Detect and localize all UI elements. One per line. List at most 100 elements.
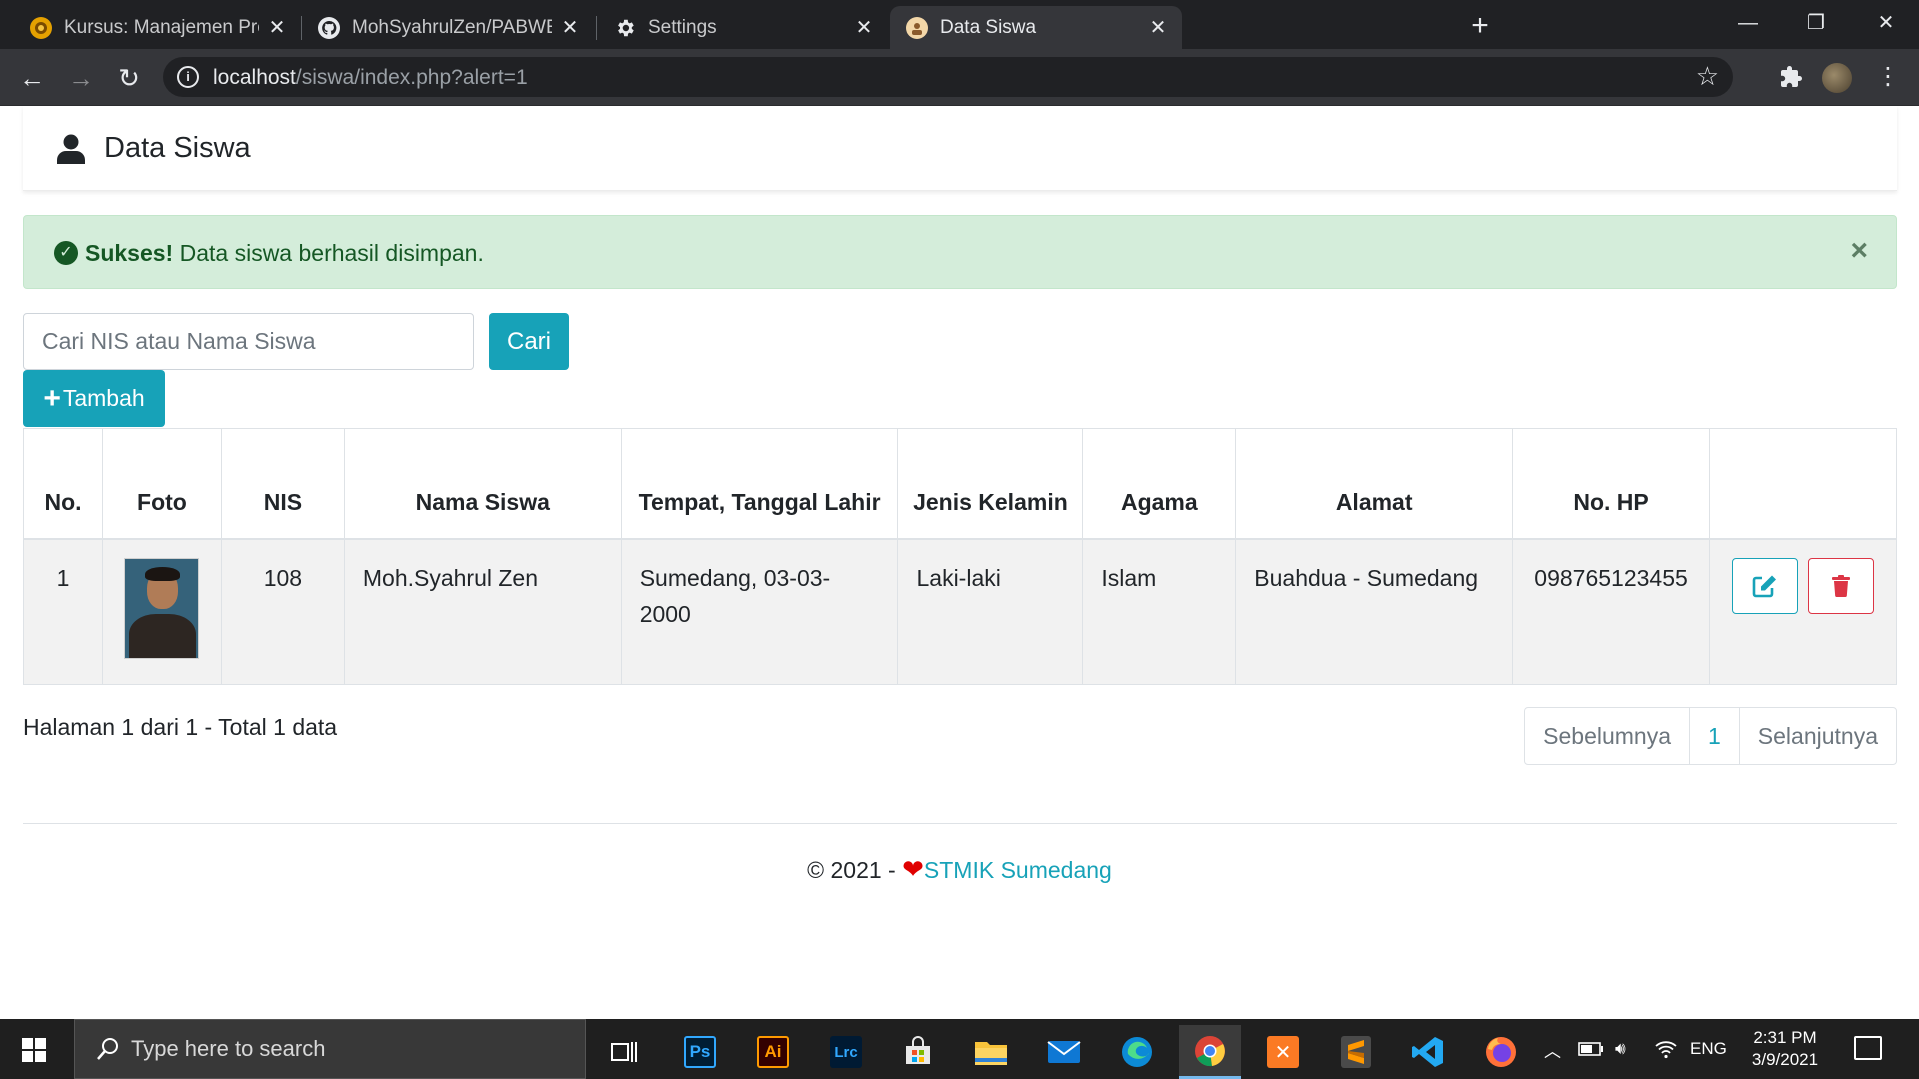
column-header-agama: Agama [1082, 428, 1237, 539]
windows-taskbar: Type here to search Ps Ai Lrc ✕ ︿ 🔊︎ ENG… [0, 1019, 1919, 1079]
notification-center-icon[interactable] [1854, 1036, 1882, 1060]
close-icon[interactable]: ✕ [854, 15, 874, 40]
page-viewport: Data Siswa ✓ Sukses! Data siswa berhasil… [0, 106, 1919, 1019]
tab-kursus[interactable]: Kursus: Manajemen Proyek Perangkat Lunak… [14, 6, 301, 49]
bookmark-star-icon[interactable]: ☆ [1696, 61, 1719, 92]
cell-jenis-kelamin: Laki-laki [897, 538, 1084, 685]
column-header-nis: NIS [220, 428, 345, 539]
edit-button[interactable] [1732, 557, 1799, 614]
site-info-icon[interactable]: i [177, 66, 199, 88]
delete-button[interactable] [1808, 557, 1875, 614]
illustrator-icon[interactable]: Ai [742, 1025, 804, 1079]
alert-close-icon[interactable]: × [1850, 234, 1868, 268]
search-input[interactable] [23, 313, 474, 370]
column-header-alamat: Alamat [1235, 428, 1514, 539]
restore-icon[interactable]: ❐ [1786, 6, 1846, 40]
minimize-icon[interactable]: — [1718, 6, 1778, 40]
table-row: 1 108 Moh.Syahrul Zen Sumedang, 03-03-20… [23, 538, 1897, 685]
cell-nama: Moh.Syahrul Zen [343, 538, 622, 685]
tab-github[interactable]: MohSyahrulZen/PABWEB-A: Repository ✕ [302, 6, 594, 49]
cell-foto [101, 538, 222, 685]
add-button-label: Tambah [62, 385, 145, 411]
pagination-info: Halaman 1 dari 1 - Total 1 data [23, 714, 338, 740]
cell-nis: 108 [220, 538, 345, 685]
footer-link[interactable]: STMIK Sumedang [924, 857, 1112, 883]
success-alert: ✓ Sukses! Data siswa berhasil disimpan. … [23, 215, 1897, 289]
cell-no-hp: 098765123455 [1512, 538, 1711, 685]
university-favicon-icon [30, 16, 52, 39]
windows-start-icon[interactable] [22, 1038, 46, 1062]
column-header-no-hp: No. HP [1512, 428, 1711, 539]
profile-avatar[interactable] [1822, 63, 1852, 93]
xampp-icon[interactable]: ✕ [1252, 1025, 1314, 1079]
chrome-icon[interactable] [1179, 1025, 1241, 1079]
add-button[interactable]: + Tambah [23, 370, 165, 427]
address-bar[interactable]: i localhost/siswa/index.php?alert=1 ☆ [163, 57, 1733, 97]
heart-icon: ❤ [902, 854, 924, 884]
back-arrow-icon[interactable]: ← [15, 61, 49, 95]
mail-icon[interactable] [1033, 1025, 1095, 1079]
language-indicator[interactable]: ENG [1690, 1019, 1727, 1079]
search-button[interactable]: Cari [489, 313, 569, 370]
more-menu-icon[interactable]: ⋮ [1870, 59, 1906, 95]
table-header-row: No. Foto NIS Nama Siswa Tempat, Tanggal … [23, 428, 1897, 539]
close-icon[interactable]: ✕ [1148, 15, 1168, 40]
lightroom-classic-icon[interactable]: Lrc [815, 1025, 877, 1079]
cell-agama: Islam [1082, 538, 1237, 685]
footer: © 2021 - ❤STMIK Sumedang [0, 854, 1919, 885]
photoshop-icon[interactable]: Ps [669, 1025, 731, 1079]
tab-settings[interactable]: Settings ✕ [598, 6, 888, 49]
column-header-jenis-kelamin: Jenis Kelamin [897, 428, 1084, 539]
show-hidden-icons-icon[interactable]: ︿ [1544, 1019, 1561, 1079]
close-icon[interactable]: ✕ [267, 15, 287, 40]
pagination-next[interactable]: Selanjutnya [1738, 708, 1896, 764]
new-tab-icon[interactable]: + [1463, 10, 1497, 44]
tab-title: Data Siswa [940, 16, 1037, 38]
cell-ttl: Sumedang, 03-03-2000 [620, 538, 899, 685]
reload-icon[interactable]: ↻ [112, 61, 146, 95]
wifi-icon[interactable] [1654, 1019, 1678, 1079]
volume-icon[interactable]: 🔊︎ [1615, 1019, 1626, 1079]
microsoft-store-icon[interactable] [887, 1025, 949, 1079]
page-header: Data Siswa [23, 106, 1897, 191]
browser-toolbar: ← → ↻ i localhost/siswa/index.php?alert=… [0, 49, 1919, 106]
student-photo[interactable] [124, 557, 200, 659]
extensions-puzzle-icon[interactable] [1773, 59, 1809, 95]
page-title: Data Siswa [104, 132, 251, 164]
file-explorer-icon[interactable] [960, 1025, 1022, 1079]
pagination-page-1[interactable]: 1 [1689, 708, 1739, 764]
taskbar-search[interactable]: Type here to search [74, 1019, 586, 1079]
edge-icon[interactable] [1106, 1025, 1168, 1079]
edit-icon [1752, 575, 1777, 597]
taskbar-search-placeholder: Type here to search [131, 1036, 326, 1061]
column-header-ttl: Tempat, Tanggal Lahir [620, 428, 899, 539]
column-header-no: No. [23, 428, 103, 539]
window-close-icon[interactable]: ✕ [1856, 6, 1916, 40]
cell-alamat: Buahdua - Sumedang [1235, 538, 1514, 685]
firefox-icon[interactable] [1470, 1025, 1532, 1079]
check-circle-icon: ✓ [54, 241, 78, 265]
cell-actions [1709, 538, 1897, 685]
pagination: Sebelumnya 1 Selanjutnya [1524, 707, 1897, 765]
footer-divider [23, 823, 1897, 824]
footer-copyright: © 2021 - [807, 857, 903, 883]
forward-arrow-icon[interactable]: → [64, 61, 98, 95]
tab-title: Settings [648, 16, 717, 38]
clock-date: 3/9/2021 [1751, 1050, 1819, 1069]
github-favicon-icon [318, 16, 340, 39]
task-view-icon[interactable] [593, 1025, 655, 1079]
sublime-text-icon[interactable] [1325, 1025, 1387, 1079]
column-header-actions [1709, 428, 1897, 539]
students-table: No. Foto NIS Nama Siswa Tempat, Tanggal … [23, 428, 1897, 685]
pagination-prev[interactable]: Sebelumnya [1525, 708, 1689, 764]
tab-data-siswa[interactable]: Data Siswa ✕ [890, 6, 1182, 49]
plus-icon: + [43, 381, 61, 415]
taskbar-clock[interactable]: 2:31 PM 3/9/2021 [1740, 1027, 1830, 1071]
app-favicon-icon [906, 16, 928, 39]
url-text[interactable]: localhost/siswa/index.php?alert=1 [213, 66, 528, 90]
vscode-icon[interactable] [1397, 1025, 1459, 1079]
close-icon[interactable]: ✕ [560, 15, 580, 40]
trash-icon [1832, 574, 1851, 597]
user-icon [57, 134, 85, 164]
battery-icon[interactable] [1578, 1019, 1604, 1079]
